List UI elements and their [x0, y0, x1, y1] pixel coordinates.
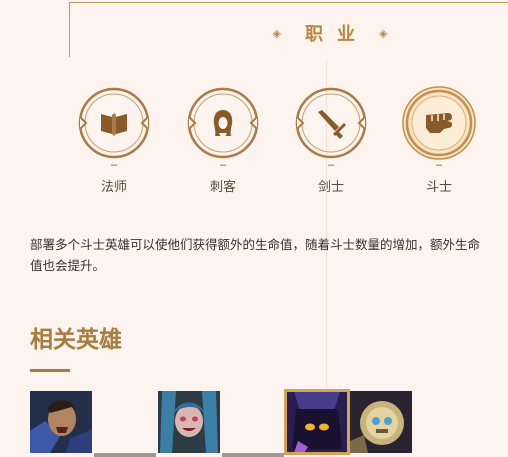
role-brawler[interactable]: – 斗士 — [400, 84, 478, 195]
hero-slot-bar — [94, 453, 156, 457]
diamond-right-icon: ◈ — [379, 27, 388, 40]
related-heroes-underline — [30, 369, 70, 372]
hero-portrait-veigar[interactable] — [284, 389, 350, 455]
jinx-portrait — [158, 391, 220, 453]
role-badge-mage[interactable] — [75, 84, 153, 162]
hero-portrait-garen[interactable] — [30, 391, 92, 453]
role-swordsman[interactable]: – 剑士 — [292, 84, 370, 195]
hero-portrait-jinx[interactable] — [158, 391, 220, 453]
section-header: ◈ 职业 ◈ — [250, 18, 410, 48]
diamond-left-icon: ◈ — [272, 27, 281, 40]
role-description: 部署多个斗士英雄可以使他们获得额外的生命值，随着斗士数量的增加，额外生命值也会提… — [30, 238, 481, 273]
role-mage[interactable]: – 法师 — [75, 84, 153, 195]
garen-portrait — [30, 391, 92, 453]
role-badge-swordsman[interactable] — [292, 84, 370, 162]
hooded-assassin-icon — [213, 110, 233, 137]
role-badge-assassin[interactable] — [184, 84, 262, 162]
veigar-portrait — [286, 391, 348, 453]
role-label-swordsman: 剑士 — [317, 179, 344, 194]
book-icon — [101, 113, 127, 136]
section-title: 职业 — [305, 24, 369, 44]
sword-icon — [318, 110, 346, 139]
role-label-brawler: 斗士 — [425, 179, 452, 194]
role-label-mage: 法师 — [100, 179, 127, 194]
role-assassin[interactable]: – 刺客 — [184, 84, 262, 195]
related-heroes-title: 相关英雄 — [30, 326, 122, 352]
fist-icon — [426, 113, 452, 133]
hero-slot-bar — [222, 453, 284, 457]
blitzcrank-portrait — [350, 391, 412, 453]
role-badge-brawler-active[interactable] — [400, 84, 478, 162]
hero-portrait-blitzcrank[interactable] — [350, 391, 412, 453]
frame-left-border — [69, 2, 70, 57]
frame-top-border — [69, 2, 508, 3]
role-label-assassin: 刺客 — [209, 179, 236, 194]
